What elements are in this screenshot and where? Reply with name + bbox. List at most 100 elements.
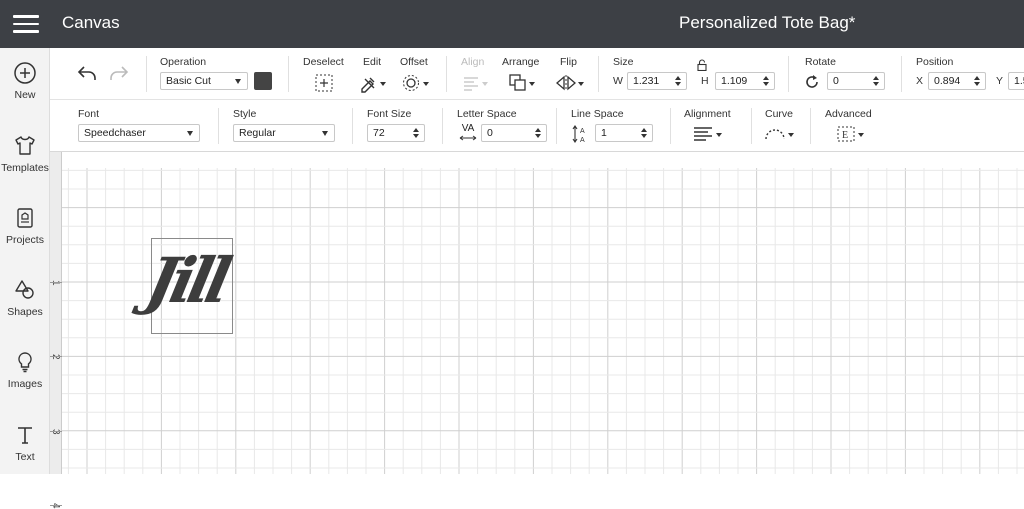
divider xyxy=(288,56,289,92)
top-bar: Canvas Personalized Tote Bag* xyxy=(0,0,1024,48)
sidebar-item-images[interactable]: Images xyxy=(0,350,50,390)
rotate-input[interactable]: 0 xyxy=(827,72,885,90)
sidebar-item-new[interactable]: New xyxy=(0,61,50,101)
rotate-value: 0 xyxy=(833,75,839,87)
line-space-value: 1 xyxy=(601,127,607,139)
stepper-icon[interactable] xyxy=(762,75,770,87)
shapes-icon xyxy=(15,280,34,299)
align-icon[interactable] xyxy=(461,73,489,93)
arrange-icon[interactable] xyxy=(508,73,536,93)
hamburger-icon[interactable] xyxy=(13,15,39,33)
style-label: Style xyxy=(233,108,257,120)
lightbulb-icon xyxy=(18,352,32,373)
svg-text:E: E xyxy=(842,130,848,141)
sidebar-item-label: Templates xyxy=(1,162,49,174)
divider xyxy=(218,108,219,144)
style-value: Regular xyxy=(239,127,276,139)
height-label: H xyxy=(701,75,709,87)
ruler-tick xyxy=(50,282,62,283)
sidebar-item-templates[interactable]: Templates xyxy=(0,134,50,174)
stepper-icon[interactable] xyxy=(640,127,648,139)
divider xyxy=(751,108,752,144)
flip-icon[interactable] xyxy=(555,73,585,93)
tshirt-icon xyxy=(15,136,35,155)
sidebar-item-label: Projects xyxy=(6,234,44,246)
divider xyxy=(146,56,147,92)
sidebar-item-projects[interactable]: Projects xyxy=(0,206,50,246)
text-object-selection[interactable]: Jill xyxy=(140,238,233,334)
document-title: Personalized Tote Bag* xyxy=(679,13,856,32)
letter-space-icon: VA xyxy=(457,124,479,141)
operation-label: Operation xyxy=(160,56,207,68)
size-label: Size xyxy=(613,56,634,68)
redo-icon[interactable] xyxy=(108,63,130,83)
curve-label: Curve xyxy=(765,108,794,120)
ruler-tick xyxy=(50,356,62,358)
operation-value: Basic Cut xyxy=(166,75,211,87)
double-arrow-icon xyxy=(459,135,477,141)
left-sidebar: New Templates Projects Shapes Images Tex… xyxy=(0,48,50,474)
curve-icon[interactable] xyxy=(764,125,796,143)
text-icon xyxy=(18,427,32,444)
divider xyxy=(788,56,789,92)
divider xyxy=(670,108,671,144)
sidebar-item-label: Text xyxy=(15,451,35,463)
sidebar-item-text[interactable]: Text xyxy=(0,423,50,463)
edit-toolbar: Operation Basic Cut Deselect Edit Offset… xyxy=(50,48,1024,100)
stepper-icon[interactable] xyxy=(973,75,981,87)
flip-label: Flip xyxy=(560,56,577,68)
line-space-input[interactable]: 1 xyxy=(595,124,653,142)
sidebar-item-label: Images xyxy=(7,378,43,390)
divider xyxy=(556,108,557,144)
sidebar-item-label: Shapes xyxy=(7,306,43,318)
line-space-icon: AA xyxy=(572,125,585,144)
letter-space-input[interactable]: 0 xyxy=(481,124,547,142)
sidebar-item-shapes[interactable]: Shapes xyxy=(0,278,50,318)
edit-label: Edit xyxy=(363,56,382,68)
divider xyxy=(810,108,811,144)
design-canvas[interactable]: Jill xyxy=(62,152,1024,474)
font-value: Speedchaser xyxy=(84,127,146,139)
line-space-label: Line Space xyxy=(571,108,624,120)
svg-text:A: A xyxy=(580,128,585,135)
undo-icon[interactable] xyxy=(76,63,98,83)
stepper-icon[interactable] xyxy=(534,127,542,139)
deselect-icon[interactable] xyxy=(314,73,334,93)
lock-icon[interactable] xyxy=(696,59,708,71)
width-value: 1.231 xyxy=(633,75,660,87)
deselect-label: Deselect xyxy=(303,56,344,68)
width-input[interactable]: 1.231 xyxy=(627,72,687,90)
plus-circle-icon xyxy=(14,62,36,84)
position-y-input[interactable]: 1.5 xyxy=(1008,72,1024,90)
text-object[interactable]: Jill xyxy=(139,241,232,321)
font-select[interactable]: Speedchaser xyxy=(78,124,200,142)
height-input[interactable]: 1.109 xyxy=(715,72,775,90)
offset-icon[interactable] xyxy=(402,73,430,93)
operation-color-swatch[interactable] xyxy=(254,72,272,90)
y-value: 1.5 xyxy=(1014,75,1024,87)
svg-text:A: A xyxy=(580,137,585,144)
position-x-input[interactable]: 0.894 xyxy=(928,72,986,90)
font-label: Font xyxy=(78,108,100,120)
text-toolbar: Font Speedchaser Style Regular Font Size… xyxy=(50,100,1024,152)
divider xyxy=(901,56,902,92)
letter-space-value: 0 xyxy=(487,127,493,139)
stepper-icon[interactable] xyxy=(674,75,682,87)
offset-label: Offset xyxy=(400,56,428,68)
vertical-ruler: 1234 xyxy=(50,152,62,509)
edit-icon[interactable] xyxy=(359,73,387,93)
divider xyxy=(442,108,443,144)
rotate-icon[interactable] xyxy=(803,73,821,91)
divider xyxy=(598,56,599,92)
stepper-icon[interactable] xyxy=(872,75,880,87)
advanced-label: Advanced xyxy=(825,108,872,120)
stepper-icon[interactable] xyxy=(412,127,420,139)
align-label: Align xyxy=(461,56,485,68)
style-select[interactable]: Regular xyxy=(233,124,335,142)
operation-select[interactable]: Basic Cut xyxy=(160,72,248,90)
ruler-tick xyxy=(50,505,62,507)
font-size-input[interactable]: 72 xyxy=(367,124,425,142)
divider xyxy=(446,56,447,92)
advanced-icon[interactable]: E xyxy=(836,125,866,143)
text-align-icon[interactable] xyxy=(692,125,724,143)
